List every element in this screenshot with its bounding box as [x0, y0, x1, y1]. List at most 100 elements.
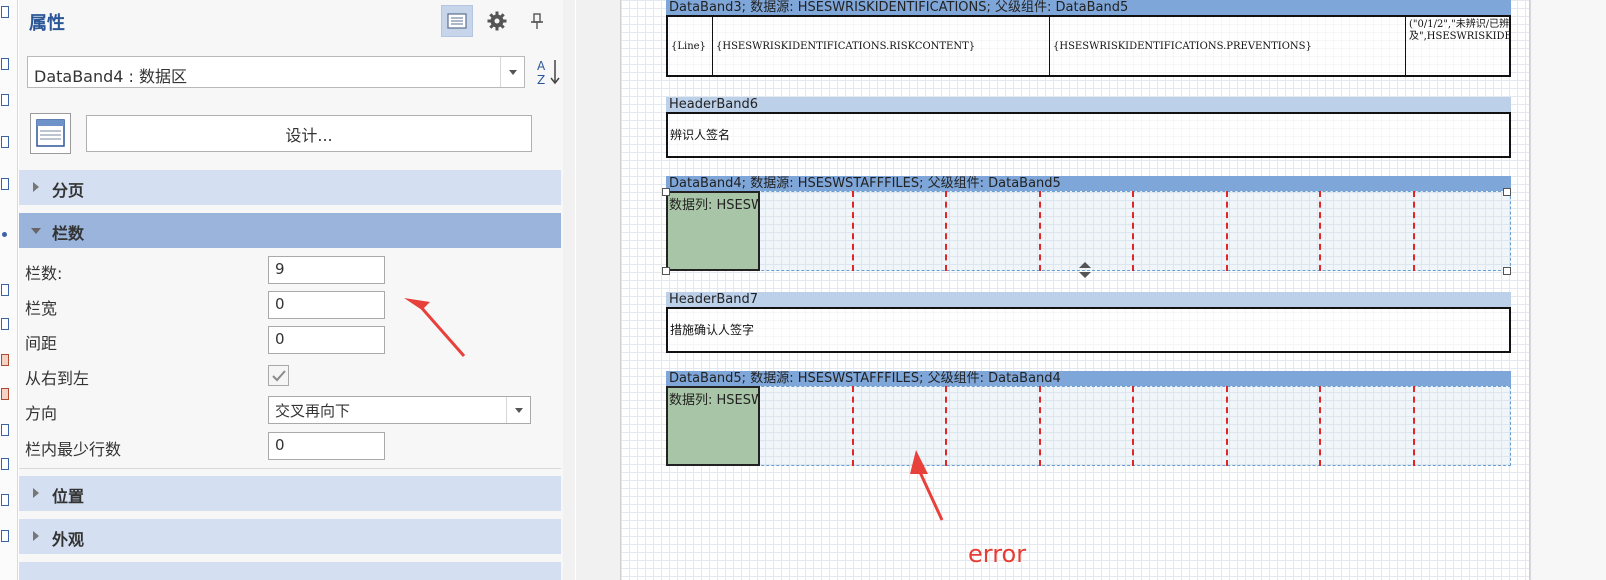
section-label: 栏数	[52, 224, 85, 243]
component-icon[interactable]	[1, 354, 9, 366]
resize-handle[interactable]	[662, 267, 670, 275]
component-icon[interactable]	[1, 458, 9, 470]
column-divider	[1319, 191, 1321, 271]
pin-button[interactable]	[521, 5, 553, 37]
column-divider	[1226, 386, 1228, 466]
data-column-label: 数据列: HSESWSTAFFFILES	[669, 393, 759, 408]
section-next[interactable]	[19, 562, 561, 580]
chevron-down-icon[interactable]	[506, 397, 530, 423]
component-icon[interactable]	[1, 318, 9, 330]
cell-line[interactable]: {Line}	[668, 17, 713, 75]
prop-label-direction: 方向	[25, 404, 58, 423]
component-icon[interactable]	[1, 94, 9, 106]
column-width-input[interactable]: 0	[268, 291, 385, 319]
min-rows-input[interactable]: 0	[268, 432, 385, 460]
section-position[interactable]: 位置	[19, 476, 561, 511]
direction-select[interactable]: 交叉再向下	[268, 396, 531, 424]
band-header-databand4[interactable]: DataBand4; 数据源: HSESWSTAFFFILES; 父级组件: D…	[666, 176, 1511, 191]
band-designer-icon[interactable]	[30, 113, 71, 154]
cell-status-expression[interactable]: ("0/1/2","未辨识/已辨识/未涉及",HSESWRISKIDENTIFI…	[1406, 17, 1511, 75]
component-icon[interactable]	[1, 136, 9, 148]
panel-title: 属性	[29, 13, 65, 34]
report-page[interactable]	[620, 0, 1530, 580]
section-paging[interactable]: 分页	[19, 170, 561, 205]
dot-icon[interactable]	[2, 232, 7, 237]
resize-handle[interactable]	[662, 188, 670, 196]
data-column-databand4[interactable]: 数据列: HSESWSTAFFFILES	[666, 191, 760, 271]
column-divider	[852, 191, 854, 271]
component-icon[interactable]	[1, 284, 9, 296]
section-appearance[interactable]: 外观	[19, 519, 561, 554]
svg-text:A: A	[537, 59, 546, 73]
identifier-signature-text: 辨识人签名	[670, 128, 731, 142]
checkmark-icon	[271, 369, 286, 381]
databand3-row[interactable]: {Line} {HSESWRISKIDENTIFICATIONS.RISKCON…	[666, 15, 1511, 77]
column-divider	[1132, 191, 1134, 271]
prop-label-right-to-left: 从右到左	[25, 369, 90, 388]
column-divider	[1226, 191, 1228, 271]
expand-arrow-icon	[33, 182, 39, 192]
annotation-arrow-icon	[404, 298, 466, 357]
design-button[interactable]: 设计...	[86, 115, 532, 152]
column-divider	[1039, 386, 1041, 466]
column-divider	[945, 191, 947, 271]
column-divider	[1039, 191, 1041, 271]
column-divider	[1319, 386, 1321, 466]
column-count-input[interactable]: 9	[268, 256, 385, 284]
section-label: 位置	[52, 487, 85, 506]
prop-label-column-width: 栏宽	[25, 299, 58, 318]
column-divider	[1413, 386, 1415, 466]
band-header-databand3[interactable]: DataBand3; 数据源: HSESWRISKIDENTIFICATIONS…	[666, 0, 1511, 15]
designer-right-margin	[1530, 0, 1606, 580]
cell-preventions[interactable]: {HSESWRISKIDENTIFICATIONS.PREVENTIONS}	[1050, 17, 1406, 75]
databand5-area[interactable]	[666, 386, 1511, 466]
component-icon[interactable]	[1, 58, 9, 70]
left-toolbox-strip	[0, 0, 18, 580]
resize-handle[interactable]	[1503, 188, 1511, 196]
component-select[interactable]: DataBand4 : 数据区	[27, 56, 525, 88]
right-to-left-checkbox[interactable]	[268, 365, 289, 386]
databand4-area[interactable]	[666, 191, 1511, 271]
component-icon[interactable]	[1, 494, 9, 506]
data-column-label: 数据列: HSESWSTAFFFILES	[669, 198, 759, 213]
section-label: 分页	[52, 181, 85, 200]
column-gap-input[interactable]: 0	[268, 326, 385, 354]
headerband7-box[interactable]: 措施确认人签字	[666, 307, 1511, 353]
component-icon[interactable]	[1, 388, 9, 400]
measure-confirmation-text: 措施确认人签字	[670, 323, 755, 337]
chevron-down-icon[interactable]	[500, 57, 524, 87]
direction-select-value: 交叉再向下	[275, 402, 351, 420]
settings-button[interactable]	[481, 5, 513, 37]
panel-header: 属性	[19, 0, 575, 42]
svg-text:Z: Z	[537, 73, 545, 87]
column-divider	[1132, 386, 1134, 466]
data-column-databand5[interactable]: 数据列: HSESWSTAFFFILES	[666, 386, 760, 466]
cell-risk-content[interactable]: {HSESWRISKIDENTIFICATIONS.RISKCONTENT}	[713, 17, 1050, 75]
component-icon[interactable]	[1, 178, 9, 190]
sort-az-icon: AZ	[537, 59, 560, 87]
prop-label-column-count: 栏数:	[25, 264, 63, 283]
properties-panel: 属性 DataBand4 : 数据区 AZ 设计... 分页 栏数 栏数: 9 …	[19, 0, 575, 580]
section-columns[interactable]: 栏数	[19, 213, 561, 248]
section-label: 外观	[52, 530, 85, 549]
list-view-icon	[447, 13, 467, 29]
headerband6-box[interactable]: 辨识人签名	[666, 112, 1511, 158]
prop-label-min-rows: 栏内最少行数	[25, 440, 122, 459]
band-header-headerband6[interactable]: HeaderBand6	[666, 97, 1511, 112]
component-icon[interactable]	[1, 6, 9, 18]
property-grid-view-button[interactable]	[441, 5, 473, 37]
expand-arrow-icon	[33, 531, 39, 541]
scrollbar[interactable]	[563, 0, 575, 580]
pin-icon	[531, 13, 543, 29]
component-icon[interactable]	[1, 530, 9, 542]
gear-icon	[487, 11, 507, 31]
component-select-value: DataBand4 : 数据区	[34, 67, 188, 86]
sort-alphabetical-button[interactable]: AZ	[533, 56, 565, 88]
band-header-headerband7[interactable]: HeaderBand7	[666, 292, 1511, 307]
expand-arrow-icon	[33, 488, 39, 498]
divider	[19, 468, 561, 469]
band-header-databand5[interactable]: DataBand5; 数据源: HSESWSTAFFFILES; 父级组件: D…	[666, 371, 1511, 386]
resize-vertical-icon[interactable]	[1078, 262, 1092, 278]
component-icon[interactable]	[1, 424, 9, 436]
resize-handle[interactable]	[1503, 267, 1511, 275]
